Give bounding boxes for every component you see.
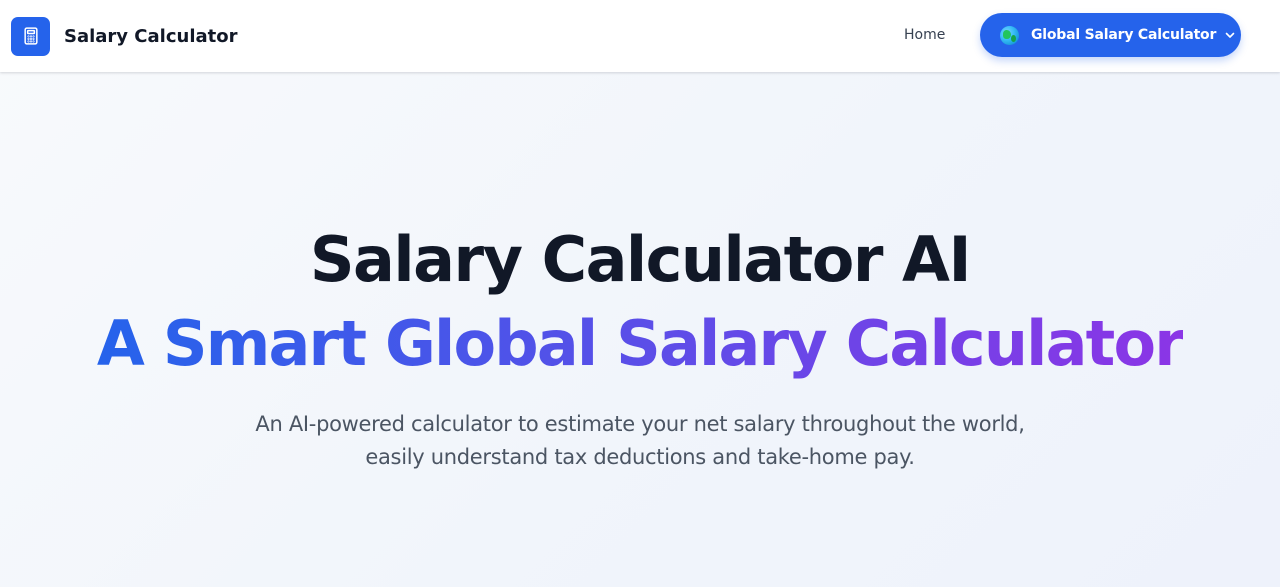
dropdown-label: Global Salary Calculator <box>1031 27 1217 43</box>
brand-title: Salary Calculator <box>64 25 238 47</box>
chevron-down-icon <box>1224 29 1236 41</box>
hero-description: An AI-powered calculator to estimate you… <box>255 412 1025 469</box>
hero-section: Salary Calculator AI A Smart Global Sala… <box>0 72 1280 587</box>
top-navbar: Salary Calculator Home Global Salary Cal… <box>0 0 1280 72</box>
hero-title: Salary Calculator AI <box>309 223 972 296</box>
hero-subtitle: A Smart Global Salary Calculator <box>0 304 1280 384</box>
calculator-icon <box>11 16 50 56</box>
globe-icon <box>1000 25 1019 45</box>
brand-home-link[interactable]: Salary Calculator <box>11 16 237 56</box>
hero-subtitle-text: A Smart Global Salary Calculator <box>96 307 1185 380</box>
global-salary-calculator-dropdown[interactable]: Global Salary Calculator <box>980 13 1241 57</box>
nav-home-link[interactable]: Home <box>904 24 945 46</box>
